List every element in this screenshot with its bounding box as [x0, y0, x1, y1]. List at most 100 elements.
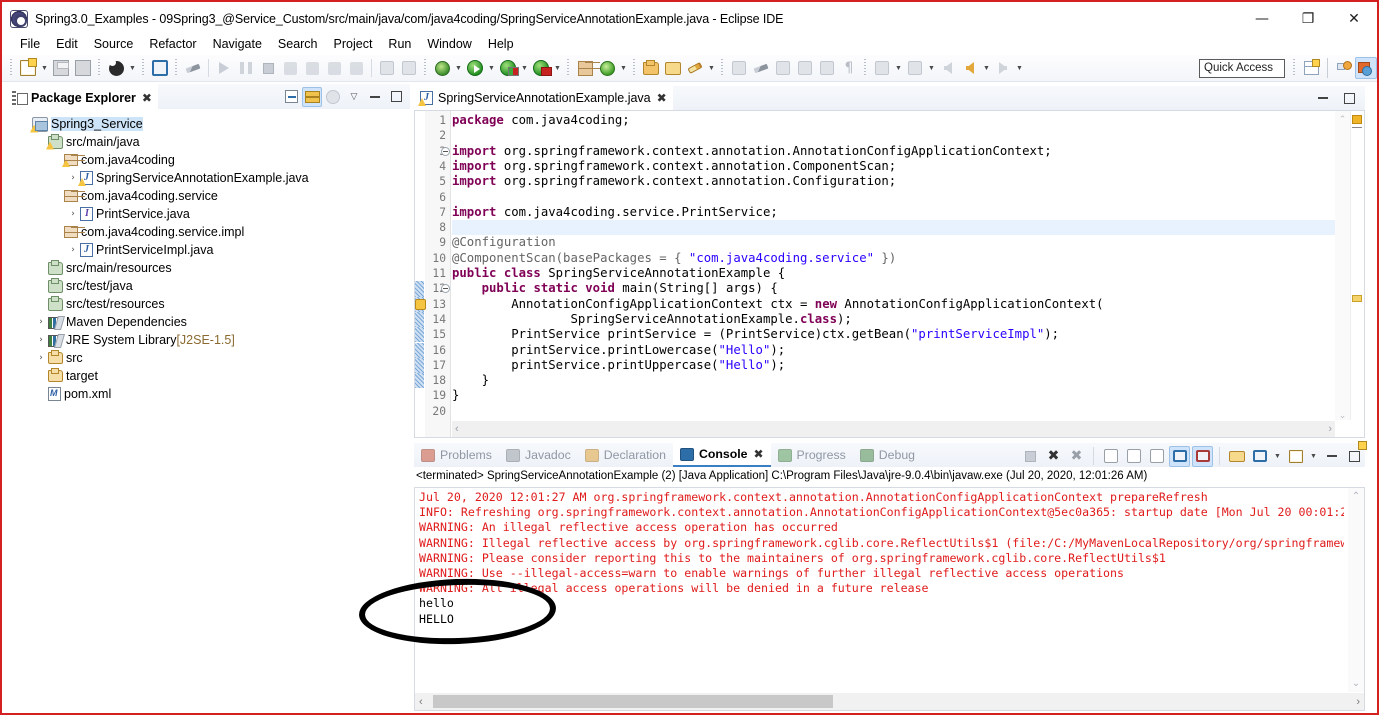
scroll-down-icon[interactable]: ⌄ — [1352, 678, 1360, 689]
open-console-icon[interactable] — [1285, 446, 1306, 467]
tree-twisty-icon[interactable]: › — [66, 209, 80, 219]
tree-twisty-icon[interactable]: ⱟ — [18, 119, 32, 129]
minimize-icon[interactable] — [1321, 446, 1342, 467]
close-window-button[interactable]: ✕ — [1331, 3, 1377, 34]
console-output-text[interactable]: Jul 20, 2020 12:01:27 AM org.springframe… — [419, 490, 1344, 690]
menu-navigate[interactable]: Navigate — [205, 35, 270, 53]
clear-console-icon[interactable] — [1100, 446, 1121, 467]
toolbar-grip-7[interactable] — [631, 59, 638, 77]
tree-twisty-icon[interactable]: › — [34, 317, 48, 327]
run-config-chevron-down-icon[interactable]: ▼ — [552, 57, 563, 79]
editor-overview-ruler[interactable] — [1350, 111, 1364, 420]
next-edit-chevron-down-icon[interactable]: ▼ — [926, 57, 937, 79]
run-as-chevron-down-icon[interactable]: ▼ — [519, 57, 530, 79]
tab-package-explorer[interactable]: Package Explorer ✖ — [6, 84, 158, 109]
close-icon[interactable]: ✖ — [657, 91, 667, 105]
tree-item[interactable]: › SpringServiceAnnotationExample.java — [6, 169, 410, 187]
tree-twisty-icon[interactable]: ⱟ — [50, 227, 64, 237]
pin-console-icon[interactable] — [1226, 446, 1247, 467]
tree-item[interactable]: src/test/java — [6, 277, 410, 295]
forward-chevron-down-icon[interactable]: ▼ — [1014, 57, 1025, 79]
save-all-icon[interactable] — [72, 57, 94, 79]
clean-dim-icon[interactable] — [750, 57, 772, 79]
folder-icon[interactable] — [662, 57, 684, 79]
show-on-error-icon[interactable] — [1192, 446, 1213, 467]
collapse-all-icon[interactable] — [281, 87, 301, 107]
back-arrow-gray-icon[interactable] — [937, 57, 959, 79]
pen-strike-icon[interactable] — [182, 57, 204, 79]
menu-search[interactable]: Search — [270, 35, 326, 53]
new-package-icon[interactable] — [574, 57, 596, 79]
display-console-chevron-down-icon[interactable]: ▼ — [1272, 445, 1283, 467]
editor-horizontal-scrollbar[interactable]: ‹ › — [452, 421, 1335, 437]
last-edit-chevron-down-icon[interactable]: ▼ — [893, 57, 904, 79]
back-chevron-down-icon[interactable]: ▼ — [981, 57, 992, 79]
pilcrow-icon[interactable]: ¶ — [838, 57, 860, 79]
menu-refactor[interactable]: Refactor — [141, 35, 204, 53]
play-icon[interactable] — [213, 57, 235, 79]
quick-access-input[interactable]: Quick Access — [1199, 59, 1285, 78]
step-over-icon[interactable] — [301, 57, 323, 79]
tab-springserviceannotationexample-java[interactable]: SpringServiceAnnotationExample.java ✖ — [414, 86, 673, 110]
editor-warning-marker-icon[interactable] — [415, 299, 426, 310]
minimize-window-button[interactable]: — — [1239, 3, 1285, 34]
scroll-up-icon[interactable]: ⌃ — [1352, 491, 1360, 502]
tree-twisty-icon[interactable]: ⱟ — [34, 137, 48, 147]
menu-project[interactable]: Project — [326, 35, 381, 53]
tree-item[interactable]: ⱟ Spring3_Service — [6, 115, 410, 133]
tree-item[interactable]: src/main/resources — [6, 259, 410, 277]
tree-item[interactable]: › JRE System Library [J2SE-1.5] — [6, 331, 410, 349]
search-dim-icon[interactable] — [728, 57, 750, 79]
run-config-icon[interactable] — [530, 57, 552, 79]
brush-chevron-down-icon[interactable]: ▼ — [706, 57, 717, 79]
step-return-icon[interactable] — [323, 57, 345, 79]
tree-item[interactable]: src/test/resources — [6, 295, 410, 313]
code-text-area[interactable]: package com.java4coding; import org.sprin… — [452, 111, 1335, 420]
tab-console[interactable]: Console ✖ — [673, 443, 771, 467]
tree-twisty-icon[interactable]: › — [66, 245, 80, 255]
tree-twisty-icon[interactable]: › — [34, 335, 48, 345]
remove-all-icon[interactable]: ✖ — [1066, 446, 1087, 467]
tree-item[interactable]: ›PrintServiceImpl.java — [6, 241, 410, 259]
tree-twisty-icon[interactable]: › — [66, 173, 80, 183]
next-edit-icon[interactable] — [904, 57, 926, 79]
minimize-icon[interactable] — [365, 87, 385, 107]
toolbar-grip-9[interactable] — [862, 59, 869, 77]
editor-vertical-scrollbar[interactable]: ⌃ ⌄ — [1335, 111, 1350, 420]
brush-icon[interactable] — [684, 57, 706, 79]
tree-item[interactable]: target — [6, 367, 410, 385]
tree-item[interactable]: pom.xml — [6, 385, 410, 403]
toolbar-grip[interactable] — [8, 59, 15, 77]
new-perspective-icon[interactable] — [1300, 57, 1322, 79]
save-icon[interactable] — [50, 57, 72, 79]
minimize-icon[interactable] — [1313, 88, 1333, 108]
tree-item[interactable]: › Maven Dependencies — [6, 313, 410, 331]
pause-icon[interactable] — [235, 57, 257, 79]
new-document-icon[interactable] — [17, 57, 39, 79]
overview-warning-marker-top[interactable] — [1352, 115, 1362, 124]
tab-debug[interactable]: Debug — [853, 443, 922, 467]
perspective-java-icon[interactable] — [1355, 57, 1377, 79]
perspective-debug-icon[interactable] — [1333, 57, 1355, 79]
tab-progress[interactable]: Progress — [771, 443, 853, 467]
restore-window-button[interactable]: ❐ — [1285, 3, 1331, 34]
scroll-right-icon[interactable]: › — [1356, 696, 1360, 708]
tab-javadoc[interactable]: Javadoc — [499, 443, 578, 467]
tree-item[interactable]: › src — [6, 349, 410, 367]
focus-task-icon[interactable] — [323, 87, 343, 107]
previous-annotation-icon[interactable] — [816, 57, 838, 79]
scroll-right-icon[interactable]: › — [1328, 423, 1332, 435]
wand-chevron-down-icon[interactable]: ▼ — [618, 57, 629, 79]
link-editor-icon[interactable] — [302, 87, 322, 107]
scroll-left-icon[interactable]: ‹ — [419, 696, 423, 708]
console-hscroll-thumb[interactable] — [433, 695, 833, 708]
close-icon[interactable]: ✖ — [753, 447, 763, 461]
menu-edit[interactable]: Edit — [48, 35, 86, 53]
menu-file[interactable]: File — [12, 35, 48, 53]
tree-twisty-icon[interactable]: ⱟ — [50, 191, 64, 201]
toolbar-grip-5[interactable] — [422, 59, 429, 77]
new-dropdown-chevron-down-icon[interactable]: ▼ — [39, 57, 50, 79]
tree-item[interactable]: ›PrintService.java — [6, 205, 410, 223]
build-dim-icon[interactable] — [772, 57, 794, 79]
tree-twisty-icon[interactable]: ⱟ — [50, 155, 64, 165]
